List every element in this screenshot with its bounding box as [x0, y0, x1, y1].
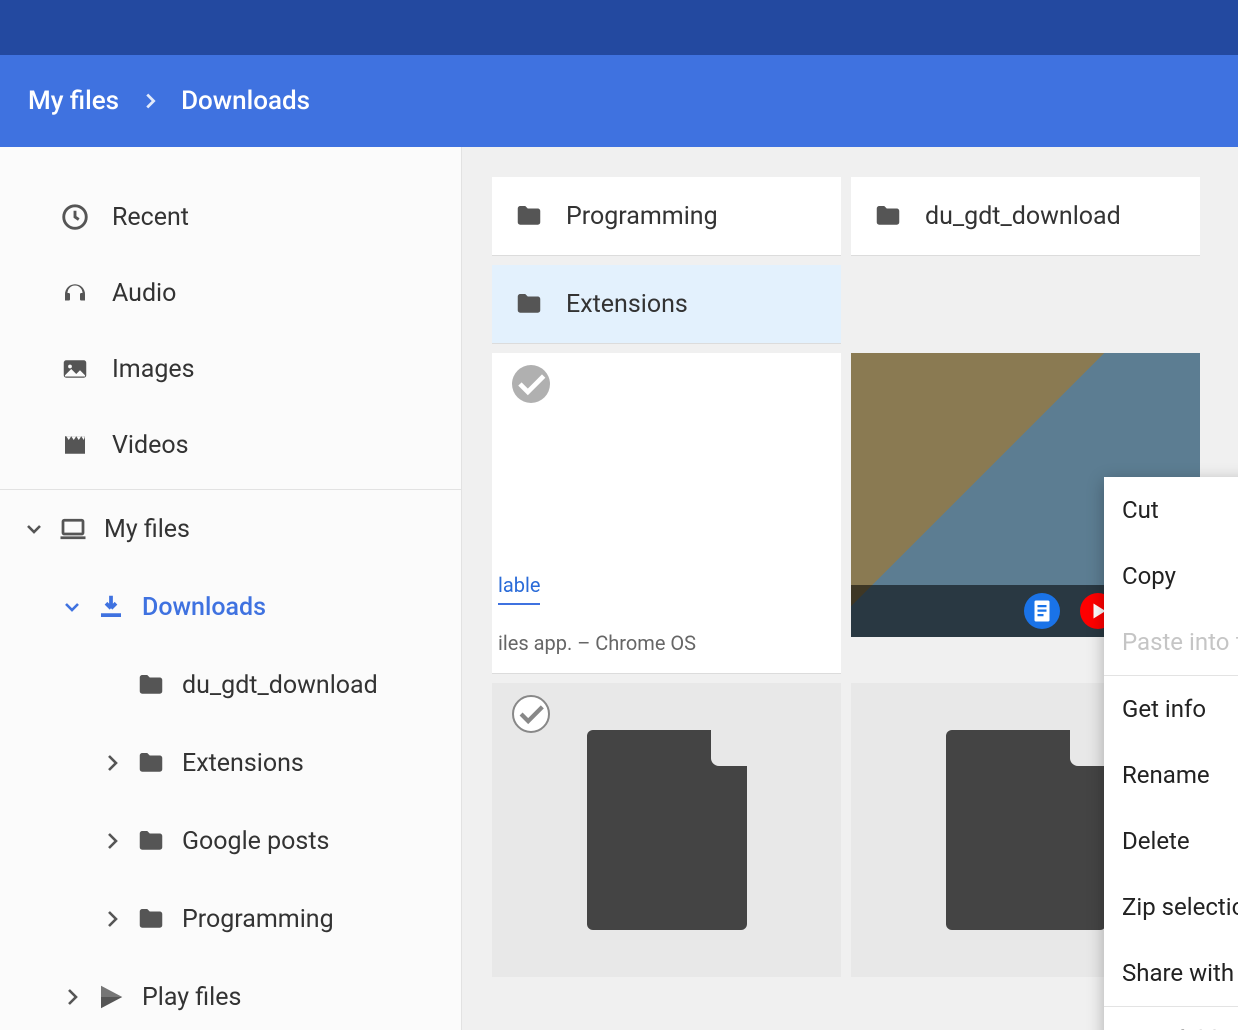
folder-card-label: Extensions	[566, 290, 688, 319]
folder-icon	[873, 201, 903, 231]
check-icon[interactable]	[512, 365, 550, 403]
file-card-link[interactable]: lable	[498, 573, 540, 605]
tree-item-label: du_gdt_download	[182, 671, 378, 700]
context-menu: Cut Ctrl+X Copy Ctrl+C Paste into folder…	[1104, 477, 1238, 1030]
menu-item-new-folder[interactable]: New folder Ctrl+E	[1104, 1007, 1238, 1030]
content-area: Programming du_gdt_download Extensions l…	[462, 147, 1238, 1030]
chevron-right-icon[interactable]	[100, 829, 124, 853]
film-icon	[60, 430, 90, 460]
tree-item-label: Play files	[142, 983, 241, 1012]
file-card-subtext: iles app. – Chrome OS	[498, 631, 835, 655]
folder-icon	[136, 826, 166, 856]
menu-item-paste-into-folder: Paste into folder	[1104, 609, 1238, 675]
breadcrumb-root[interactable]: My files	[28, 86, 119, 116]
sidebar-item-images[interactable]: Images	[0, 331, 461, 407]
folder-card-label: du_gdt_download	[925, 202, 1121, 231]
folder-card-selected[interactable]: Extensions	[492, 265, 841, 343]
tree-item-label: Downloads	[142, 593, 266, 622]
breadcrumb-current: Downloads	[181, 86, 310, 116]
menu-item-copy[interactable]: Copy Ctrl+C	[1104, 543, 1238, 609]
window-top-strip	[0, 0, 1238, 55]
file-card[interactable]	[492, 683, 841, 977]
docs-icon	[1024, 593, 1060, 629]
menu-item-label: Paste into folder	[1122, 628, 1238, 656]
chevron-right-icon	[139, 90, 161, 112]
folder-icon	[136, 904, 166, 934]
chevron-right-icon[interactable]	[100, 907, 124, 931]
folder-card-label: Programming	[566, 202, 718, 231]
menu-item-label: New folder	[1122, 1026, 1238, 1030]
menu-item-cut[interactable]: Cut Ctrl+X	[1104, 477, 1238, 543]
sidebar-item-audio[interactable]: Audio	[0, 255, 461, 331]
tree-item-label: Extensions	[182, 749, 304, 778]
clock-icon	[60, 202, 90, 232]
play-icon	[96, 982, 126, 1012]
menu-item-label: Rename	[1122, 761, 1210, 789]
sidebar-item-label: Images	[112, 355, 195, 384]
folder-icon	[136, 748, 166, 778]
download-icon	[96, 592, 126, 622]
sidebar-item-label: Recent	[112, 203, 189, 232]
sidebar-item-label: Audio	[112, 279, 176, 308]
chevron-down-icon[interactable]	[60, 595, 84, 619]
tree-item-label: My files	[104, 515, 190, 544]
tree-item-label: Programming	[182, 905, 334, 934]
chevron-right-icon[interactable]	[60, 985, 84, 1009]
menu-item-label: Delete	[1122, 827, 1190, 855]
image-icon	[60, 354, 90, 384]
menu-item-delete[interactable]: Delete Alt+Backspace	[1104, 808, 1238, 874]
sidebar: Recent Audio Images Videos My files Down…	[0, 147, 462, 1030]
menu-item-share-linux[interactable]: Share with Linux	[1104, 940, 1238, 1006]
menu-item-label: Zip selection	[1122, 893, 1238, 921]
sidebar-item-label: Videos	[112, 431, 189, 460]
tree-item-downloads[interactable]: Downloads	[0, 568, 461, 646]
headphones-icon	[60, 278, 90, 308]
check-icon[interactable]	[512, 695, 550, 733]
tree-item-child[interactable]: du_gdt_download	[0, 646, 461, 724]
menu-item-label: Share with Linux	[1122, 959, 1238, 987]
chevron-right-icon[interactable]	[100, 751, 124, 775]
tree-item-label: Google posts	[182, 827, 329, 856]
folder-card[interactable]: du_gdt_download	[851, 177, 1200, 255]
folder-icon	[514, 201, 544, 231]
menu-item-label: Copy	[1122, 562, 1176, 590]
laptop-icon	[58, 514, 88, 544]
tree-item-child[interactable]: Extensions	[0, 724, 461, 802]
tree-item-child[interactable]: Programming	[0, 880, 461, 958]
file-card[interactable]: lable iles app. – Chrome OS	[492, 353, 841, 673]
folder-card[interactable]: Programming	[492, 177, 841, 255]
tree-item-my-files[interactable]: My files	[0, 490, 461, 568]
menu-item-rename[interactable]: Rename Ctrl+Enter	[1104, 742, 1238, 808]
breadcrumb: My files Downloads	[0, 55, 1238, 147]
folder-icon	[514, 289, 544, 319]
expander-placeholder	[100, 673, 124, 697]
document-thumbnail-icon	[587, 730, 747, 930]
menu-item-zip-selection[interactable]: Zip selection	[1104, 874, 1238, 940]
tree-item-child[interactable]: Google posts	[0, 802, 461, 880]
document-thumbnail-icon	[946, 730, 1106, 930]
menu-item-label: Get info	[1122, 695, 1206, 723]
chevron-down-icon[interactable]	[22, 517, 46, 541]
sidebar-item-recent[interactable]: Recent	[0, 179, 461, 255]
sidebar-item-videos[interactable]: Videos	[0, 407, 461, 483]
tree-item-play-files[interactable]: Play files	[0, 958, 461, 1030]
folder-icon	[136, 670, 166, 700]
menu-item-get-info[interactable]: Get info Space	[1104, 676, 1238, 742]
menu-item-label: Cut	[1122, 496, 1159, 524]
